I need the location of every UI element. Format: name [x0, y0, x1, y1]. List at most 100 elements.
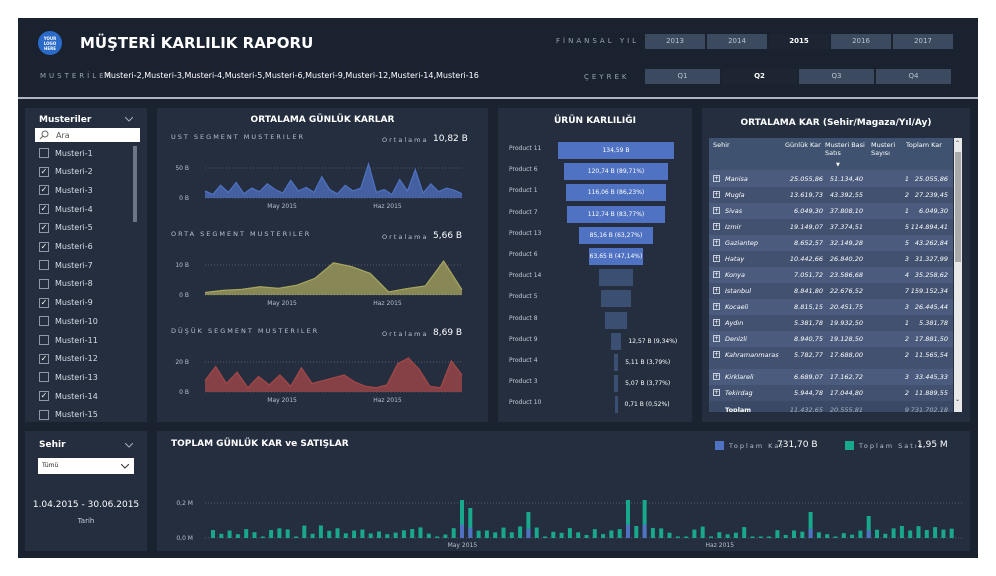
funnel-value-label: 0,71 B (0,52%): [624, 401, 670, 409]
customer-checkbox-row[interactable]: ✓ Musteri-3: [39, 183, 93, 197]
funnel-bar: [610, 332, 622, 350]
year-button-2016[interactable]: 2016: [831, 34, 891, 49]
customer-checkbox-row[interactable]: ✓ Musteri-12: [39, 352, 98, 366]
customer-checkbox-row[interactable]: ✓ Musteri-9: [39, 296, 93, 310]
table-cell: 19.932,50: [829, 319, 863, 327]
customer-checkbox-row[interactable]: ✓ Musteri-14: [39, 389, 98, 403]
segment-line: [204, 161, 463, 196]
customer-checkbox-row[interactable]: Musteri-13: [39, 370, 98, 384]
checkbox[interactable]: [39, 409, 49, 420]
checkbox-checked[interactable]: ✓: [39, 391, 49, 402]
customer-checkbox-row[interactable]: ✓ Musteri-6: [39, 240, 93, 254]
checkbox-checked[interactable]: ✓: [39, 222, 49, 233]
scroll-up-icon[interactable]: ⌃: [955, 140, 960, 147]
table-scrollbar[interactable]: ⌃ ⌄: [954, 138, 962, 412]
expand-icon[interactable]: +: [713, 239, 720, 246]
sales-bar: [634, 526, 639, 538]
customer-checkbox-row[interactable]: Musteri-15: [39, 408, 98, 422]
scrollbar[interactable]: [133, 146, 137, 222]
customer-checkbox-row[interactable]: Musteri-8: [39, 277, 93, 291]
product-profit-panel: ÜRÜN KARLILIĞI Product 11 134,59 B Product…: [498, 108, 692, 422]
year-button-2014[interactable]: 2014: [707, 34, 767, 49]
checkbox-checked[interactable]: ✓: [39, 297, 49, 308]
funnel-value-label: 12,57 B (9,34%): [628, 337, 678, 345]
expand-icon[interactable]: +: [713, 389, 720, 396]
table-header-cell[interactable]: Günlük Kar: [785, 141, 825, 150]
expand-icon[interactable]: +: [713, 287, 720, 294]
customer-checkbox-row[interactable]: ✓ Musteri-5: [39, 221, 93, 235]
table-cell: Kahramanmaras: [725, 351, 779, 359]
checkbox-checked[interactable]: ✓: [39, 241, 49, 252]
segment-area: [205, 358, 462, 392]
year-button-2017[interactable]: 2017: [893, 34, 953, 49]
checkbox[interactable]: [39, 335, 49, 345]
chevron-down-icon[interactable]: [125, 117, 133, 122]
scroll-thumb[interactable]: [955, 152, 961, 262]
sales-bar: [410, 528, 415, 538]
scroll-down-icon[interactable]: ⌄: [955, 396, 960, 403]
year-button-2015[interactable]: 2015: [769, 34, 829, 49]
expand-icon[interactable]: +: [713, 191, 720, 198]
customer-label: Musteri-5: [55, 223, 93, 233]
product-label: Product 4: [509, 357, 538, 364]
expand-icon[interactable]: +: [713, 271, 720, 278]
checkbox[interactable]: [39, 278, 49, 289]
checkbox[interactable]: [39, 260, 49, 271]
expand-icon[interactable]: +: [713, 303, 720, 310]
checkbox[interactable]: [39, 316, 49, 327]
quarter-button-Q4[interactable]: Q4: [876, 69, 951, 84]
table-total-cell: 11.432,65: [789, 406, 823, 412]
city-dropdown[interactable]: Tümü: [38, 458, 134, 474]
y-tick-label: 50 B: [175, 165, 189, 172]
expand-icon[interactable]: +: [713, 175, 720, 182]
table-cell: 22.676,52: [829, 287, 863, 295]
table-header-cell[interactable]: Musteri Sayısı: [871, 141, 911, 157]
table-cell: 43.262,84: [914, 239, 948, 247]
checkbox-checked[interactable]: ✓: [39, 353, 49, 364]
expand-icon[interactable]: +: [713, 351, 720, 358]
year-button-2013[interactable]: 2013: [645, 34, 705, 49]
customer-checkbox-row[interactable]: ✓ Musteri-2: [39, 165, 93, 179]
expand-icon[interactable]: +: [713, 319, 720, 326]
customer-checkbox-row[interactable]: Musteri-1: [39, 146, 93, 160]
chevron-down-icon[interactable]: [125, 443, 133, 448]
customers-filter-panel: Musteriler Ara Musteri-1 ✓ Musteri-2 ✓ Muste…: [25, 108, 147, 422]
customer-checkbox-row[interactable]: ✓ Musteri-4: [39, 202, 93, 216]
customer-label: Musteri-3: [55, 185, 93, 195]
sales-bar: [294, 536, 298, 538]
table-cell: 17.162,72: [829, 373, 863, 381]
expand-icon[interactable]: +: [713, 255, 720, 262]
sort-desc-icon[interactable]: ▼: [836, 162, 840, 168]
quarter-button-Q1[interactable]: Q1: [645, 69, 720, 84]
checkbox-checked[interactable]: ✓: [39, 166, 49, 177]
sales-bar: [742, 527, 747, 538]
customer-search-input[interactable]: Ara: [35, 128, 140, 142]
sales-bar: [543, 536, 547, 538]
customer-label: Musteri-7: [55, 260, 93, 270]
expand-icon[interactable]: +: [713, 207, 720, 214]
customer-checkbox-row[interactable]: Musteri-7: [39, 258, 93, 272]
customer-checkbox-row[interactable]: Musteri-10: [39, 314, 98, 328]
table-cell: Manisa: [725, 175, 748, 183]
checkbox-checked[interactable]: ✓: [39, 204, 49, 215]
checkbox[interactable]: [39, 148, 49, 158]
sales-bar: [343, 533, 348, 538]
customer-checkbox-row[interactable]: Musteri-11: [39, 333, 98, 347]
quarter-button-Q3[interactable]: Q3: [799, 69, 874, 84]
quarter-button-Q2[interactable]: Q2: [722, 69, 797, 84]
expand-icon[interactable]: +: [713, 223, 720, 230]
expand-icon[interactable]: +: [713, 335, 720, 342]
table-cell: 114.894,41: [910, 223, 948, 231]
funnel-value-label: 134,59 B: [602, 147, 630, 154]
quarter-label: ÇEYREK: [584, 73, 630, 81]
checkbox-checked[interactable]: ✓: [39, 185, 49, 196]
x-tick-label: May 2015: [267, 203, 297, 210]
table-cell: 35.258,62: [914, 271, 948, 279]
sales-bar: [750, 536, 755, 538]
expand-icon[interactable]: +: [713, 373, 720, 380]
sales-bar: [269, 530, 274, 538]
checkbox[interactable]: [39, 372, 49, 383]
table-header-cell[interactable]: Sehir: [713, 141, 773, 150]
table-header-cell[interactable]: Musteri Basi Satıs: [825, 141, 865, 157]
table-header-cell[interactable]: Toplam Kar: [906, 141, 946, 150]
